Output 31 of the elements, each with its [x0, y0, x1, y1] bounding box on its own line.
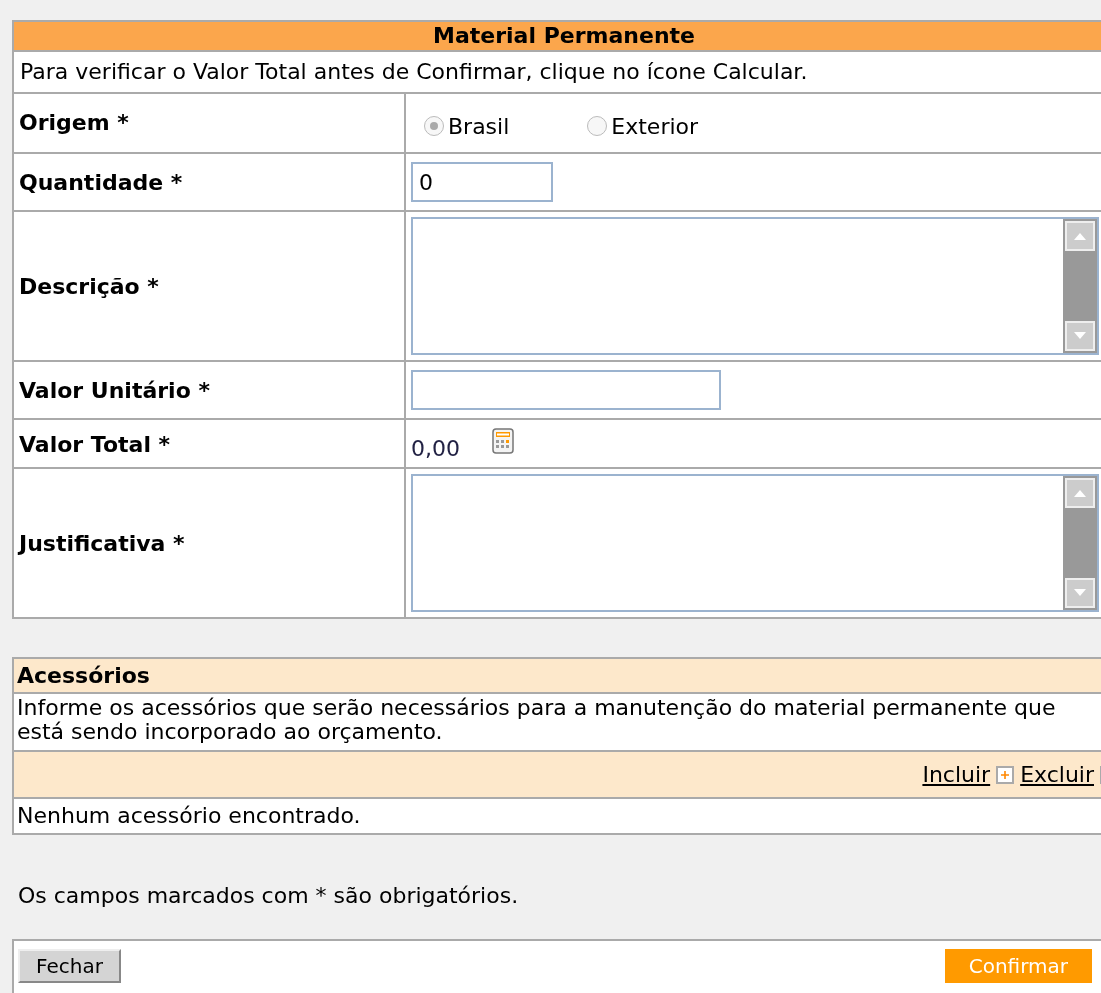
field-label: Origem *: [19, 110, 129, 135]
scroll-up-icon[interactable]: [1065, 478, 1095, 508]
text-area[interactable]: [411, 474, 1099, 612]
section-title: Acessórios: [14, 659, 1101, 694]
required-note: Os campos marcados com * são obrigatórios.: [17, 882, 520, 910]
scroll-up-icon[interactable]: [1065, 221, 1095, 251]
empty-message: Nenhum acessório encontrado.: [16, 802, 362, 830]
field-label: Valor Total *: [19, 432, 171, 457]
plus-icon[interactable]: [996, 765, 1015, 784]
field-label: Descrição *: [19, 273, 159, 299]
action-link[interactable]: Incluir: [922, 762, 991, 787]
scrollbar[interactable]: [1063, 219, 1097, 353]
input-field[interactable]: 0: [411, 162, 553, 202]
close-button[interactable]: Fechar: [18, 949, 121, 983]
panel-note: Para verificar o Valor Total antes de Confirmar, clique no ícone Calcular.: [14, 52, 1101, 94]
total-value: 0,00: [411, 436, 460, 461]
input-field[interactable]: [411, 370, 721, 410]
field-label: Valor Unitário *: [19, 377, 210, 403]
radio-option[interactable]: Brasil: [424, 113, 510, 139]
radio-option[interactable]: Exterior: [587, 113, 699, 139]
scroll-down-icon[interactable]: [1065, 321, 1095, 351]
text-area[interactable]: [411, 217, 1099, 355]
radio-icon[interactable]: [587, 116, 608, 136]
calculator-icon[interactable]: [492, 428, 514, 454]
field-label: Quantidade *: [19, 169, 183, 195]
scroll-down-icon[interactable]: [1065, 578, 1095, 608]
field-label: Justificativa *: [19, 530, 185, 556]
radio-icon[interactable]: [424, 116, 444, 136]
panel-title: Material Permanente: [14, 22, 1101, 52]
scrollbar[interactable]: [1063, 476, 1097, 610]
action-link[interactable]: Excluir: [1020, 762, 1094, 787]
